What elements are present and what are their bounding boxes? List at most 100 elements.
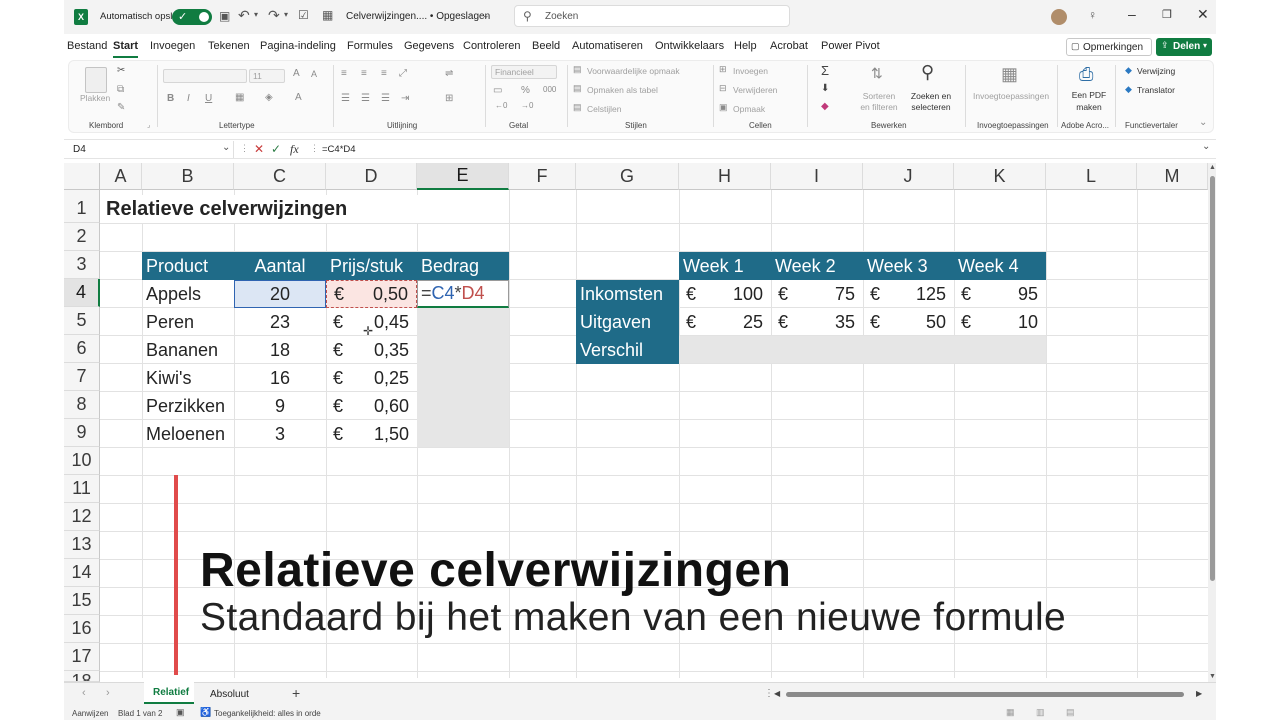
row-header-10[interactable]: 10 — [64, 447, 100, 475]
product-name[interactable]: Bananen — [142, 336, 234, 364]
week-header[interactable]: Week 4 — [954, 252, 1046, 280]
accessibility-icon[interactable]: ♿ — [200, 707, 211, 718]
difference-label[interactable]: Verschil — [576, 336, 679, 364]
row-header-14[interactable]: 14 — [64, 559, 100, 587]
header-cell-prijs[interactable]: Prijs/stuk — [326, 252, 417, 280]
gridline — [100, 671, 1208, 672]
row-header-5[interactable]: 5 — [64, 307, 100, 335]
row-header-1[interactable]: 1 — [64, 195, 100, 223]
column-header-f[interactable]: F — [509, 163, 576, 190]
product-name[interactable]: Kiwi's — [142, 364, 234, 392]
expense-value-cell[interactable]: € 35 — [771, 308, 863, 336]
row-header-13[interactable]: 13 — [64, 531, 100, 559]
column-header-j[interactable]: J — [863, 163, 954, 190]
overlay-subtitle: Standaard bij het maken van een nieuwe f… — [200, 596, 1067, 639]
product-name[interactable]: Perzikken — [142, 392, 234, 420]
column-header-e[interactable]: E — [417, 163, 509, 190]
row-header-6[interactable]: 6 — [64, 335, 100, 363]
row-header-8[interactable]: 8 — [64, 391, 100, 419]
normal-view-icon[interactable]: ▦ — [1006, 707, 1015, 718]
sheet-tab-absoluut[interactable]: Absoluut — [210, 689, 249, 700]
currency-symbol: € — [870, 283, 881, 304]
difference-empty-cells[interactable] — [679, 336, 1046, 363]
expense-value-cell[interactable]: € 50 — [863, 308, 954, 336]
row-header-12[interactable]: 12 — [64, 503, 100, 531]
page-break-icon[interactable]: ▤ — [1066, 707, 1075, 718]
column-header-a[interactable]: A — [100, 163, 142, 190]
sheet-title[interactable]: Relatieve celverwijzingen — [106, 195, 426, 223]
product-qty[interactable]: 16 — [234, 364, 326, 392]
expense-value-cell[interactable]: € 25 — [679, 308, 771, 336]
next-sheet-icon[interactable]: › — [106, 687, 110, 699]
page-layout-icon[interactable]: ▥ — [1036, 707, 1045, 718]
expense-value-cell[interactable]: € 10 — [954, 308, 1046, 336]
product-qty[interactable]: 3 — [234, 420, 326, 448]
bedrag-empty-cells[interactable] — [417, 308, 509, 447]
week-header[interactable]: Week 3 — [863, 252, 954, 280]
row-header-2[interactable]: 2 — [64, 223, 100, 251]
income-value-cell[interactable]: € 100 — [679, 280, 771, 308]
expenses-label[interactable]: Uitgaven — [576, 308, 679, 336]
prev-sheet-icon[interactable]: ‹ — [82, 687, 86, 699]
row-header-18[interactable]: 18 — [64, 671, 100, 682]
product-price-cell[interactable]: € 0,35 — [326, 336, 417, 364]
currency-symbol: € — [333, 339, 344, 360]
sheet-tab-relatief[interactable]: Relatief — [144, 682, 194, 704]
row-header-7[interactable]: 7 — [64, 363, 100, 391]
currency-symbol: € — [686, 283, 697, 304]
product-qty[interactable]: 18 — [234, 336, 326, 364]
product-price-cell[interactable]: € 1,50 — [326, 420, 417, 448]
row-header-15[interactable]: 15 — [64, 587, 100, 615]
column-header-h[interactable]: H — [679, 163, 771, 190]
currency-symbol: € — [778, 283, 789, 304]
column-header-i[interactable]: I — [771, 163, 863, 190]
row-header-9[interactable]: 9 — [64, 419, 100, 447]
product-price-cell[interactable]: € 0,50 — [326, 280, 417, 308]
week-header[interactable]: Week 1 — [679, 252, 771, 280]
row-header-17[interactable]: 17 — [64, 643, 100, 671]
header-cell-bedrag[interactable]: Bedrag — [417, 252, 509, 280]
sheet-tab-bar: ‹ › Relatief Absoluut + ⋮ ◀ ▶ — [64, 682, 1216, 706]
scroll-down-icon[interactable]: ▼ — [1209, 673, 1216, 680]
status-accessibility[interactable]: Toegankelijkheid: alles in orde — [214, 709, 321, 718]
scroll-up-icon[interactable]: ▲ — [1209, 164, 1216, 171]
product-price: 0,45 — [373, 311, 409, 332]
formula-edit-cell[interactable]: = C4 * D4 — [417, 280, 509, 308]
column-header-b[interactable]: B — [142, 163, 234, 190]
column-header-l[interactable]: L — [1046, 163, 1137, 190]
product-price-cell[interactable]: € 0,25 — [326, 364, 417, 392]
currency-symbol: € — [870, 311, 881, 332]
add-sheet-icon[interactable]: + — [292, 685, 300, 701]
income-value-cell[interactable]: € 75 — [771, 280, 863, 308]
column-header-m[interactable]: M — [1137, 163, 1208, 190]
gridline — [100, 643, 1208, 644]
income-value-cell[interactable]: € 95 — [954, 280, 1046, 308]
product-qty[interactable]: 23 — [234, 308, 326, 336]
product-qty[interactable]: 9 — [234, 392, 326, 420]
product-name[interactable]: Appels — [142, 280, 234, 308]
header-cell-product[interactable]: Product — [142, 252, 234, 280]
income-value-cell[interactable]: € 125 — [863, 280, 954, 308]
macro-record-icon[interactable]: ▣ — [176, 707, 185, 718]
hscroll-right-icon[interactable]: ▶ — [1196, 689, 1202, 698]
vertical-scrollbar-thumb[interactable] — [1210, 176, 1215, 581]
product-qty[interactable]: 20 — [234, 280, 326, 308]
column-header-c[interactable]: C — [234, 163, 326, 190]
row-header-1-top — [64, 190, 100, 195]
product-price-cell[interactable]: € 0,60 — [326, 392, 417, 420]
horizontal-scrollbar-thumb[interactable] — [786, 692, 1184, 697]
header-cell-aantal[interactable]: Aantal — [234, 252, 326, 280]
row-header-16[interactable]: 16 — [64, 615, 100, 643]
row-header-11[interactable]: 11 — [64, 475, 100, 503]
row-header-3[interactable]: 3 — [64, 251, 100, 279]
hscroll-left-icon[interactable]: ◀ — [774, 689, 780, 698]
column-header-g[interactable]: G — [576, 163, 679, 190]
product-name[interactable]: Meloenen — [142, 420, 234, 448]
income-label[interactable]: Inkomsten — [576, 280, 679, 308]
column-header-d[interactable]: D — [326, 163, 417, 190]
week-header[interactable]: Week 2 — [771, 252, 863, 280]
select-all-corner[interactable] — [64, 163, 100, 190]
product-name[interactable]: Peren — [142, 308, 234, 336]
column-header-k[interactable]: K — [954, 163, 1046, 190]
row-header-4[interactable]: 4 — [64, 279, 100, 307]
